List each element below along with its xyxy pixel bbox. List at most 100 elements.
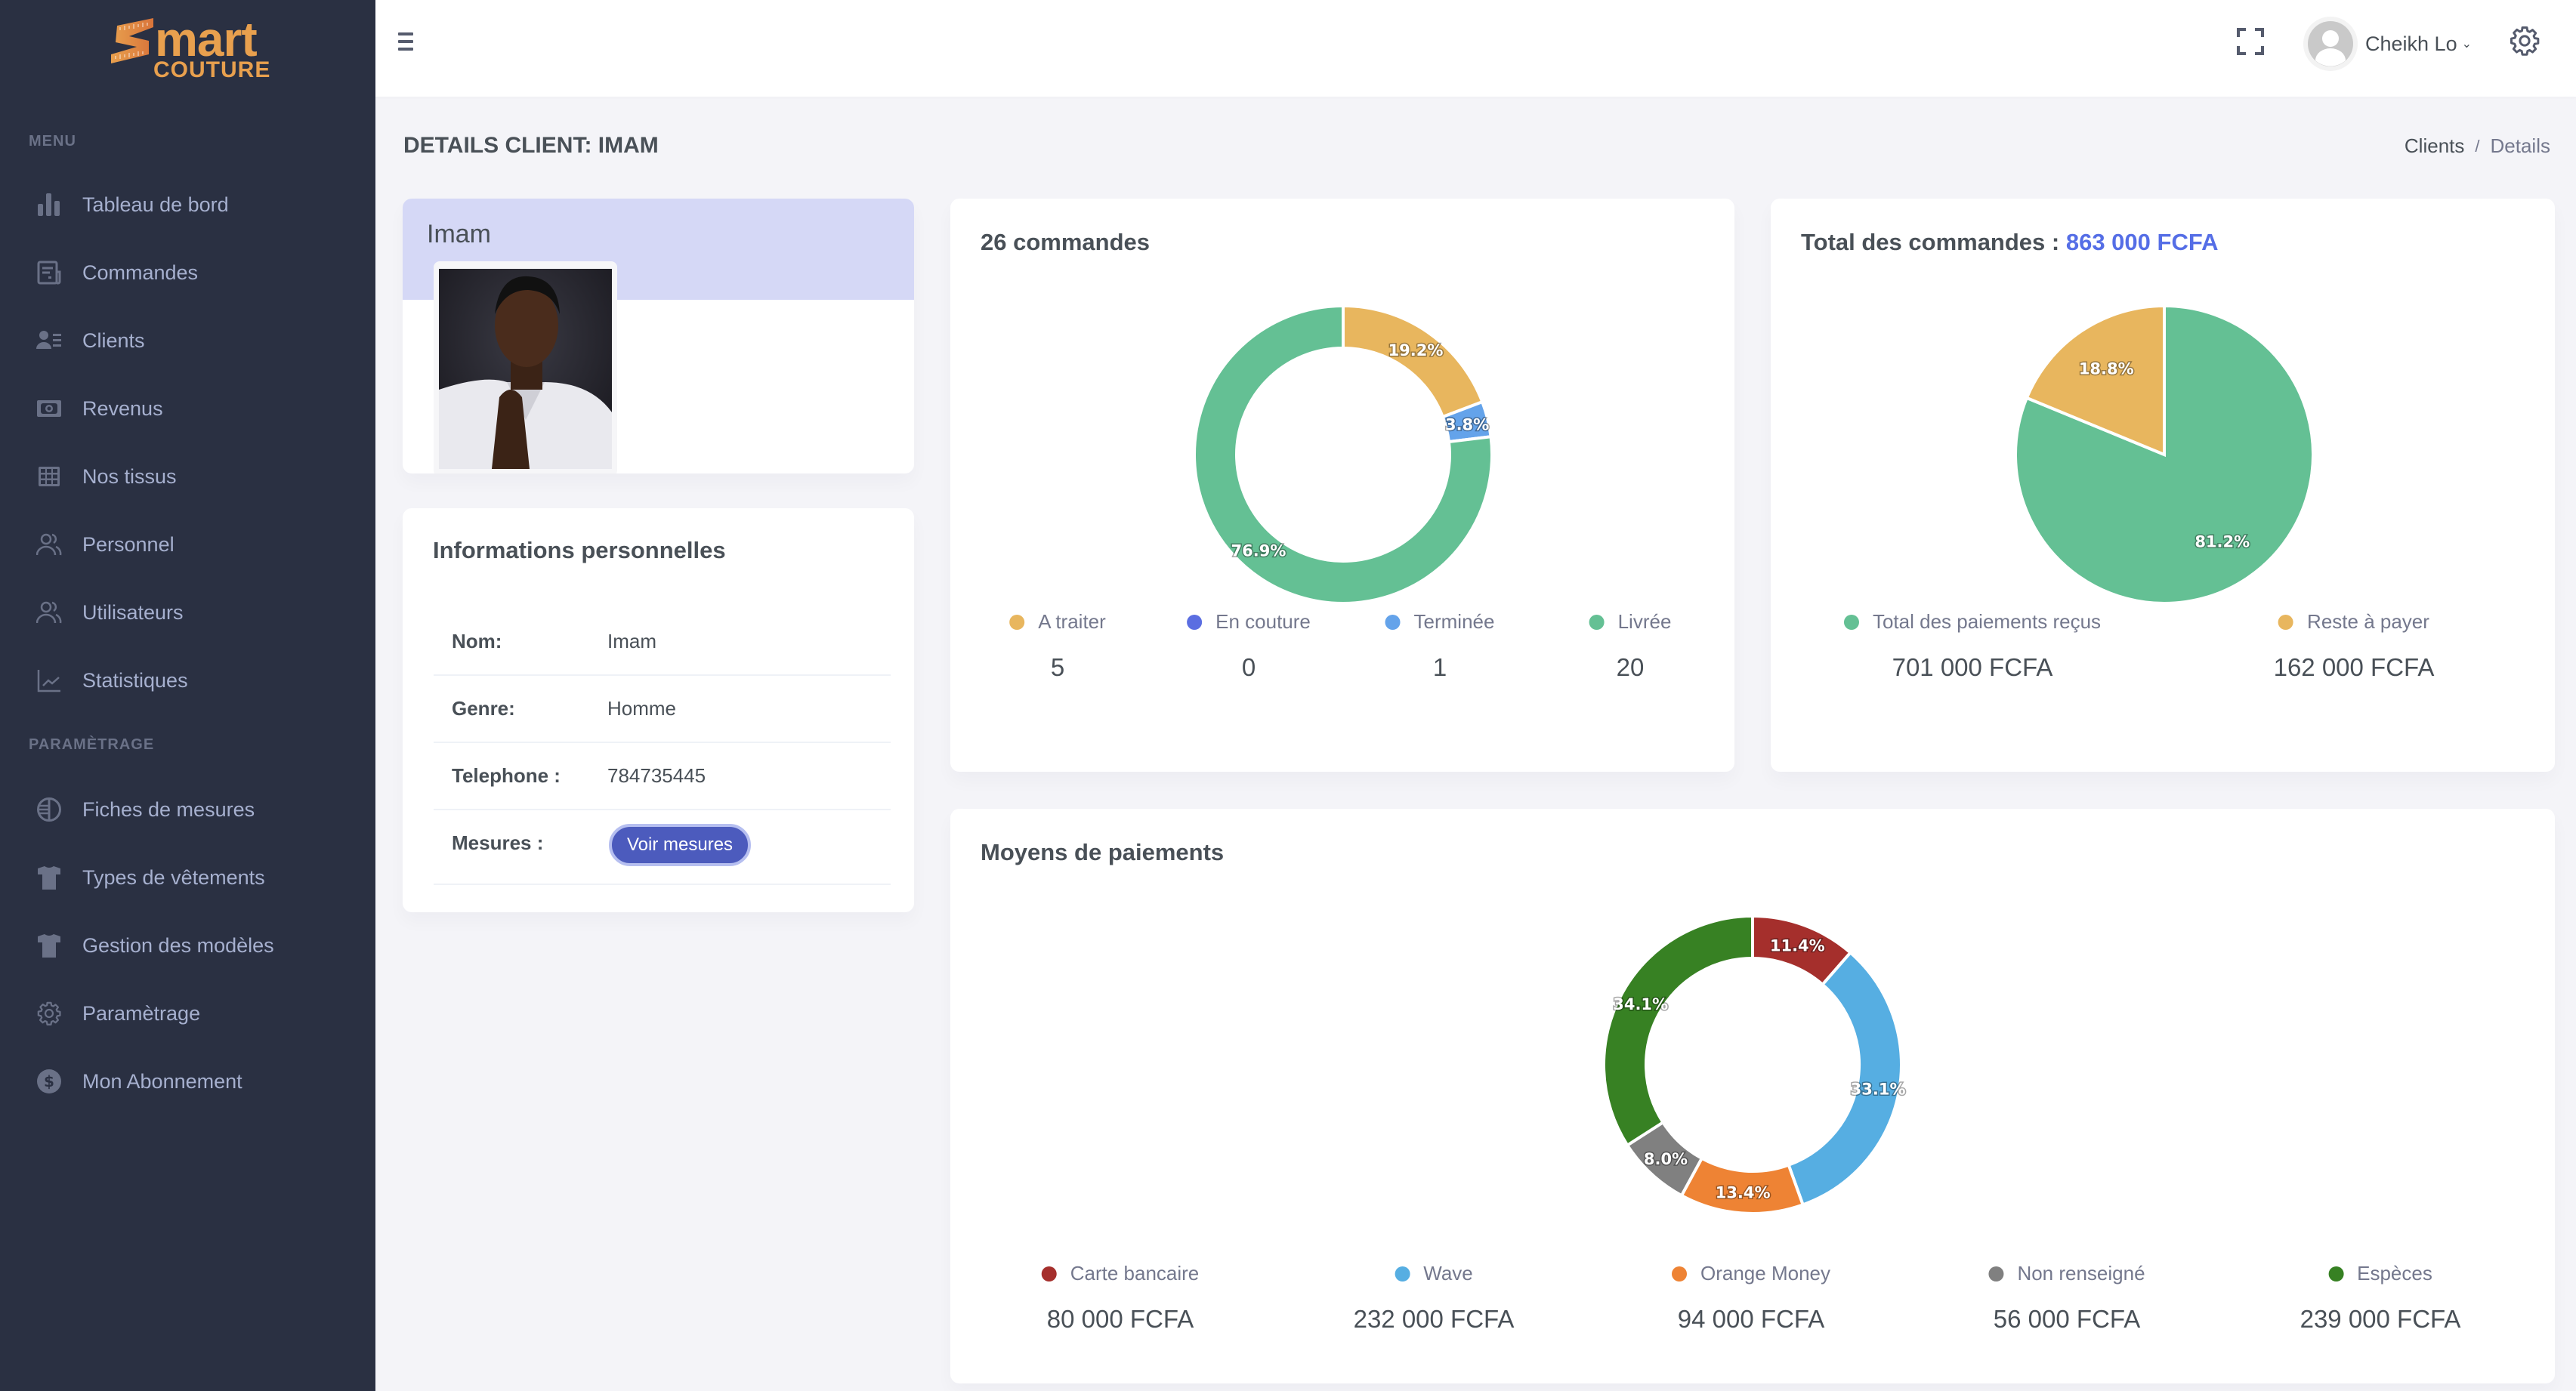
default-user-icon <box>2308 21 2353 66</box>
legend-label: Reste à payer <box>2307 610 2429 633</box>
legend-value: 232 000 FCFA <box>1353 1305 1515 1333</box>
legend-item[interactable]: En couture 0 <box>1187 610 1311 682</box>
dollar-circle-icon: $ <box>36 1069 62 1094</box>
voir-mesures-button[interactable]: Voir mesures <box>609 824 752 866</box>
sidebar-item-label: Utilisateurs <box>82 600 184 624</box>
payments-status-pie-chart: 81.2% 18.8% <box>2014 304 2315 605</box>
logo-text-top: mart <box>155 12 258 66</box>
info-row-nom: Nom: Imam <box>434 609 891 676</box>
legend-dot-icon <box>1843 614 1859 630</box>
breadcrumb-clients[interactable]: Clients <box>2405 134 2464 158</box>
legend-dot-icon <box>1041 1266 1057 1282</box>
legend-item[interactable]: Reste à payer 162 000 FCFA <box>2274 610 2435 682</box>
info-value: 784735445 <box>607 764 706 787</box>
sidebar-item-revenus[interactable]: Revenus <box>0 382 375 435</box>
legend-value: 5 <box>1050 653 1065 681</box>
user-name: Cheikh Lo <box>2365 32 2457 55</box>
sidebar-item-fiches-de-mesures[interactable]: Fiches de mesures <box>0 783 375 836</box>
user-list-icon <box>36 328 62 353</box>
sidebar-item-commandes[interactable]: Commandes <box>0 246 375 299</box>
sidebar-item-types-de-vetements[interactable]: Types de vêtements <box>0 851 375 904</box>
legend-label: Orange Money <box>1700 1262 1830 1285</box>
legend-item[interactable]: Wave 232 000 FCFA <box>1354 1262 1515 1334</box>
legend-label: A traiter <box>1038 610 1106 633</box>
client-photo <box>439 269 612 469</box>
legend-item[interactable]: Total des paiements reçus 701 000 FCFA <box>1843 610 2101 682</box>
legend-dot-icon <box>2278 614 2294 630</box>
total-chart-card: Total des commandes : 863 000 FCFA 81.2%… <box>1771 199 2555 772</box>
sidebar-item-utilisateurs[interactable]: Utilisateurs <box>0 586 375 639</box>
orders-donut-chart: 19.2% 3.8% 76.9% <box>1193 304 1493 605</box>
sidebar-item-label: Clients <box>82 328 145 352</box>
info-label: Genre: <box>452 697 515 720</box>
sidebar-item-clients[interactable]: Clients <box>0 314 375 367</box>
top-header: Cheikh Lo ⌄ <box>375 0 2576 97</box>
sidebar-item-label: Types de vêtements <box>82 865 265 889</box>
chart-slice-wave[interactable] <box>1787 950 1903 1207</box>
tshirt-icon <box>36 933 62 958</box>
sidebar-item-gestion-des-modeles[interactable]: Gestion des modèles <box>0 919 375 972</box>
info-row-mesures: Mesures : Voir mesures <box>434 810 891 885</box>
receipt-icon <box>36 260 62 285</box>
sidebar-item-parametrage[interactable]: Paramètrage <box>0 987 375 1040</box>
chart-slice-a-traiter[interactable] <box>1342 304 1484 419</box>
slice-percent-label: 34.1% <box>1613 995 1668 1013</box>
slice-percent-label: 13.4% <box>1716 1184 1771 1202</box>
menu-toggle-icon[interactable] <box>398 32 413 53</box>
users-icon <box>36 532 62 557</box>
legend-item[interactable]: A traiter 5 <box>1009 610 1106 682</box>
page-title: DETAILS CLIENT: IMAM <box>403 133 659 158</box>
sidebar-item-statistiques[interactable]: Statistiques <box>0 654 375 707</box>
legend-label: Espèces <box>2357 1262 2432 1285</box>
legend-value: 701 000 FCFA <box>1892 653 2053 681</box>
legend-label: Carte bancaire <box>1070 1262 1200 1285</box>
sidebar-item-tableau-de-bord[interactable]: Tableau de bord <box>0 178 375 231</box>
legend-dot-icon <box>2328 1266 2344 1282</box>
tape-measure-s-icon <box>111 18 153 63</box>
logo[interactable]: mart COUTURE <box>110 14 276 82</box>
legend-value: 94 000 FCFA <box>1677 1305 1825 1333</box>
breadcrumb-separator: / <box>2475 136 2480 156</box>
slice-percent-label: 76.9% <box>1231 541 1286 560</box>
sidebar-item-mon-abonnement[interactable]: $ Mon Abonnement <box>0 1055 375 1108</box>
sidebar-item-label: Mon Abonnement <box>82 1069 242 1093</box>
info-label: Nom: <box>452 630 502 652</box>
line-chart-icon <box>36 668 62 693</box>
measure-circle-icon <box>36 797 62 822</box>
legend-item[interactable]: Espèces 239 000 FCFA <box>2300 1262 2461 1334</box>
logo-text-bottom: COUTURE <box>153 57 271 82</box>
personal-info-title: Informations personnelles <box>433 537 726 563</box>
sidebar-item-label: Personnel <box>82 532 175 556</box>
legend-label: Livrée <box>1617 610 1672 633</box>
grid-icon <box>36 464 62 489</box>
legend-value: 1 <box>1432 653 1447 681</box>
settings-gear-icon[interactable] <box>2509 25 2540 57</box>
fullscreen-icon[interactable] <box>2237 28 2264 55</box>
sidebar-item-personnel[interactable]: Personnel <box>0 518 375 571</box>
legend-item[interactable]: Non renseigné 56 000 FCFA <box>1988 1262 2145 1334</box>
slice-percent-label: 18.8% <box>2079 359 2134 378</box>
legend-item[interactable]: Terminée 1 <box>1385 610 1494 682</box>
legend-dot-icon <box>1988 1266 2004 1282</box>
menu-section-title: MENU <box>29 133 76 150</box>
legend-dot-icon <box>1187 614 1203 630</box>
sidebar-item-label: Statistiques <box>82 668 188 692</box>
slice-percent-label: 33.1% <box>1851 1080 1906 1098</box>
chevron-down-icon: ⌄ <box>2461 38 2472 51</box>
tshirt-icon <box>36 865 62 890</box>
legend-item[interactable]: Carte bancaire 80 000 FCFA <box>1041 1262 1200 1334</box>
legend-value: 56 000 FCFA <box>1993 1305 2141 1333</box>
profile-name: Imam <box>427 220 491 248</box>
breadcrumb-details: Details <box>2490 134 2550 157</box>
svg-text:$: $ <box>44 1072 54 1090</box>
menu-section-title: PARAMÈTRAGE <box>29 736 155 753</box>
user-dropdown[interactable]: Cheikh Lo ⌄ <box>2303 17 2472 71</box>
legend-value: 162 000 FCFA <box>2273 653 2435 681</box>
legend-item[interactable]: Orange Money 94 000 FCFA <box>1672 1262 1830 1334</box>
legend-dot-icon <box>1589 614 1605 630</box>
legend-item[interactable]: Livrée 20 <box>1589 610 1672 682</box>
chart-slice-esp-ces[interactable] <box>1602 914 1754 1148</box>
legend-value: 0 <box>1241 653 1256 681</box>
legend-dot-icon <box>1672 1266 1688 1282</box>
sidebar-item-nos-tissus[interactable]: Nos tissus <box>0 450 375 503</box>
